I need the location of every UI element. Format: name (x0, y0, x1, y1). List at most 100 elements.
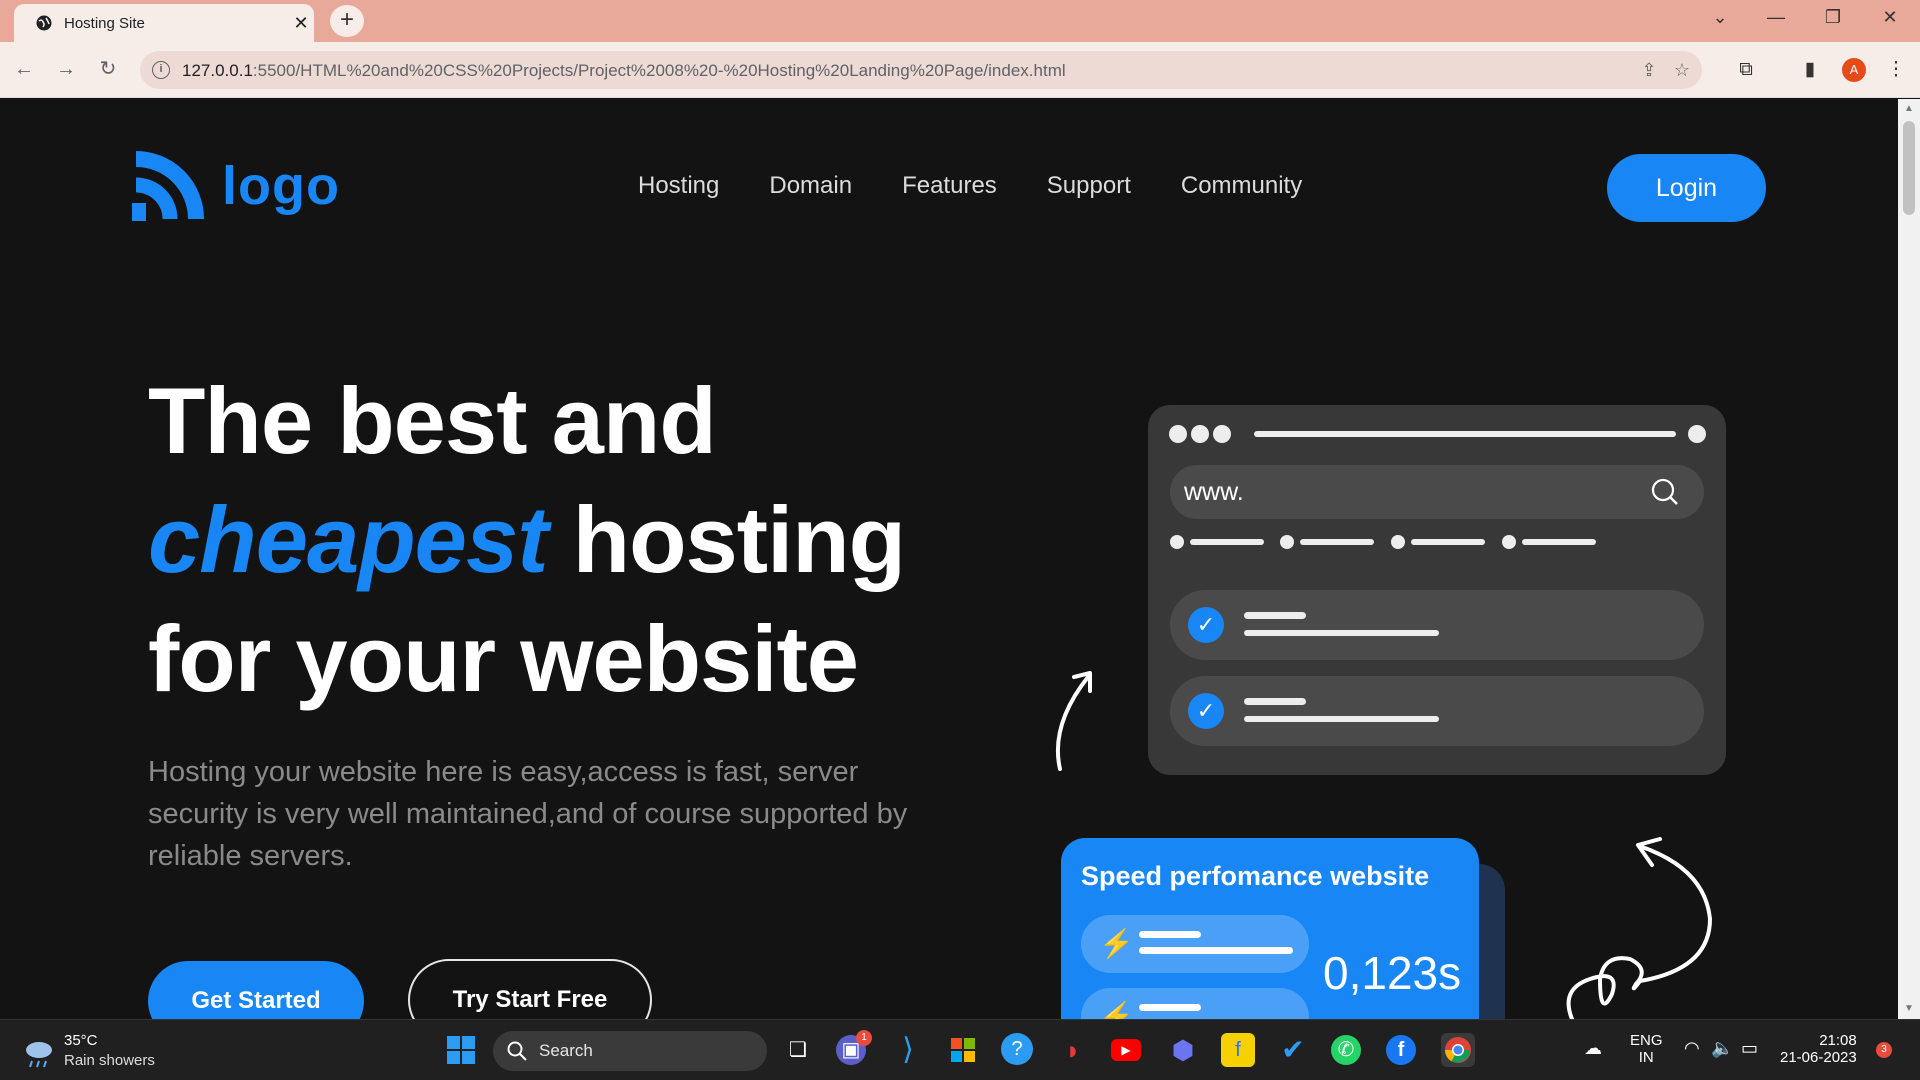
teams-badge: 1 (856, 1030, 872, 1046)
onedrive-warning-icon[interactable]: ☁ (1584, 1038, 1602, 1059)
reload-icon[interactable]: ↻ (95, 56, 121, 82)
menu-kebab-icon[interactable]: ⋮ (1884, 58, 1908, 82)
mock-window-dot (1169, 425, 1187, 443)
temperature: 35°C (64, 1032, 98, 1049)
lightning-icon: ⚡ (1099, 1001, 1134, 1019)
chrome-icon[interactable] (1441, 1033, 1475, 1067)
hero-line-2: hosting (572, 487, 906, 592)
tab-search-icon[interactable]: ⌄ (1706, 7, 1734, 33)
weather-condition: Rain showers (64, 1052, 155, 1069)
facebook-icon[interactable]: f (1386, 1035, 1416, 1065)
taskbar-search-box[interactable]: Search (493, 1031, 767, 1071)
mock-line (1244, 698, 1306, 705)
speed-row: ⚡ (1081, 915, 1309, 973)
speed-value: 0,123s (1323, 947, 1462, 999)
globe-icon (36, 15, 52, 31)
region-code: IN (1638, 1049, 1654, 1066)
scroll-up-arrow-icon[interactable]: ▲ (1903, 103, 1915, 114)
logo-text: logo (222, 156, 340, 216)
volume-icon[interactable]: 🔈 (1711, 1038, 1733, 1059)
whatsapp-icon[interactable]: ✆ (1331, 1035, 1361, 1065)
close-tab-icon[interactable]: ✕ (290, 12, 312, 34)
mock-line (1244, 612, 1306, 619)
web-page: logo Hosting Domain Features Support Com… (0, 99, 1898, 1019)
power-automate-icon[interactable]: ⬢ (1166, 1033, 1200, 1067)
taskbar-search-label: Search (539, 1041, 593, 1060)
mock-title-bar (1254, 431, 1676, 437)
hero-line-3: for your website (148, 606, 859, 711)
check-icon: ✓ (1188, 693, 1224, 729)
mcafee-icon[interactable]: ◗ (1056, 1033, 1090, 1067)
scroll-down-arrow-icon[interactable]: ▼ (1903, 1003, 1915, 1014)
mock-line (1244, 630, 1439, 636)
date: 21-06-2023 (1780, 1049, 1857, 1066)
new-tab-button[interactable]: + (330, 5, 364, 37)
mock-url-prefix: www. (1184, 478, 1244, 506)
browser-tab[interactable]: Hosting Site ✕ (14, 4, 314, 42)
language-indicator[interactable]: ENG IN (1630, 1032, 1663, 1066)
minimize-button[interactable]: — (1762, 7, 1790, 33)
hero-line-1: The best and (148, 368, 717, 473)
mock-link-dot (1280, 535, 1294, 549)
extensions-icon[interactable]: ⧉ (1734, 58, 1758, 82)
page-scrollbar[interactable]: ▲ ▼ (1898, 99, 1920, 1019)
mock-window-dot (1688, 425, 1706, 443)
browser-toolbar: ← → ↻ i 127.0.0.1:5500/HTML%20and%20CSS%… (0, 42, 1920, 98)
speed-performance-card: Speed perfomance website ⚡ ⚡ 0,123s (1061, 838, 1479, 1019)
battery-icon[interactable]: ▭ (1741, 1038, 1758, 1059)
restore-button[interactable]: ❐ (1819, 7, 1847, 33)
browser-tab-strip: Hosting Site ✕ + ⌄ — ❐ ✕ (0, 0, 1920, 42)
speed-row: ⚡ (1081, 988, 1309, 1019)
notification-badge[interactable]: 3 (1876, 1042, 1892, 1058)
scrollbar-thumb[interactable] (1903, 121, 1915, 215)
lightning-icon: ⚡ (1099, 928, 1134, 959)
speed-line (1139, 1004, 1201, 1011)
youtube-icon[interactable]: ▶ (1111, 1039, 1141, 1061)
nav-link-hosting[interactable]: Hosting (638, 172, 719, 200)
site-info-icon[interactable]: i (152, 61, 170, 79)
hero-heading: The best and cheapest hosting for your w… (148, 361, 968, 718)
time: 21:08 (1819, 1032, 1857, 1049)
flipkart-icon[interactable]: f (1221, 1033, 1255, 1067)
search-icon (507, 1041, 527, 1061)
profile-avatar[interactable]: A (1842, 58, 1866, 82)
nav-link-community[interactable]: Community (1181, 172, 1302, 200)
url-text[interactable]: 127.0.0.1:5500/HTML%20and%20CSS%20Projec… (182, 61, 1066, 81)
wifi-icon[interactable]: ◠ (1684, 1038, 1700, 1059)
task-view-icon[interactable]: ❏ (781, 1033, 815, 1067)
forward-arrow-icon[interactable]: → (53, 56, 79, 82)
search-icon (1651, 478, 1678, 505)
back-arrow-icon[interactable]: ← (11, 56, 37, 82)
todo-check-icon[interactable]: ✔ (1276, 1033, 1310, 1067)
side-panel-icon[interactable]: ▮ (1798, 58, 1822, 82)
vscode-icon[interactable]: ⟩ (891, 1033, 925, 1067)
address-bar[interactable]: i 127.0.0.1:5500/HTML%20and%20CSS%20Proj… (140, 51, 1702, 89)
mock-link-bar (1411, 539, 1485, 545)
share-icon[interactable]: ⇪ (1638, 59, 1660, 81)
hero-accent-word: cheapest (148, 487, 549, 592)
tab-title: Hosting Site (64, 15, 145, 32)
mock-check-item: ✓ (1170, 676, 1704, 746)
url-host: 127.0.0.1 (182, 61, 253, 80)
url-path: :5500/HTML%20and%20CSS%20Projects/Projec… (252, 61, 1066, 80)
get-help-icon[interactable]: ? (1001, 1033, 1033, 1065)
mock-link-bar (1190, 539, 1264, 545)
nav-link-support[interactable]: Support (1047, 172, 1131, 200)
microsoft-store-icon[interactable] (946, 1033, 980, 1067)
get-started-button[interactable]: Get Started (148, 961, 364, 1019)
window-close-button[interactable]: ✕ (1876, 7, 1904, 33)
nav-link-features[interactable]: Features (902, 172, 997, 200)
clock[interactable]: 21:08 21-06-2023 (1780, 1032, 1857, 1066)
login-button[interactable]: Login (1607, 154, 1766, 222)
bookmark-star-icon[interactable]: ☆ (1671, 59, 1693, 81)
mock-window-dot (1191, 425, 1209, 443)
logo-waves-icon (132, 151, 204, 221)
speed-line (1139, 947, 1293, 954)
windows-start-icon[interactable] (444, 1033, 478, 1067)
main-nav: Hosting Domain Features Support Communit… (638, 172, 1302, 200)
try-start-free-button[interactable]: Try Start Free (408, 959, 652, 1019)
nav-link-domain[interactable]: Domain (769, 172, 852, 200)
mock-link-bar (1522, 539, 1596, 545)
mock-line (1244, 716, 1439, 722)
mock-link-dot (1502, 535, 1516, 549)
